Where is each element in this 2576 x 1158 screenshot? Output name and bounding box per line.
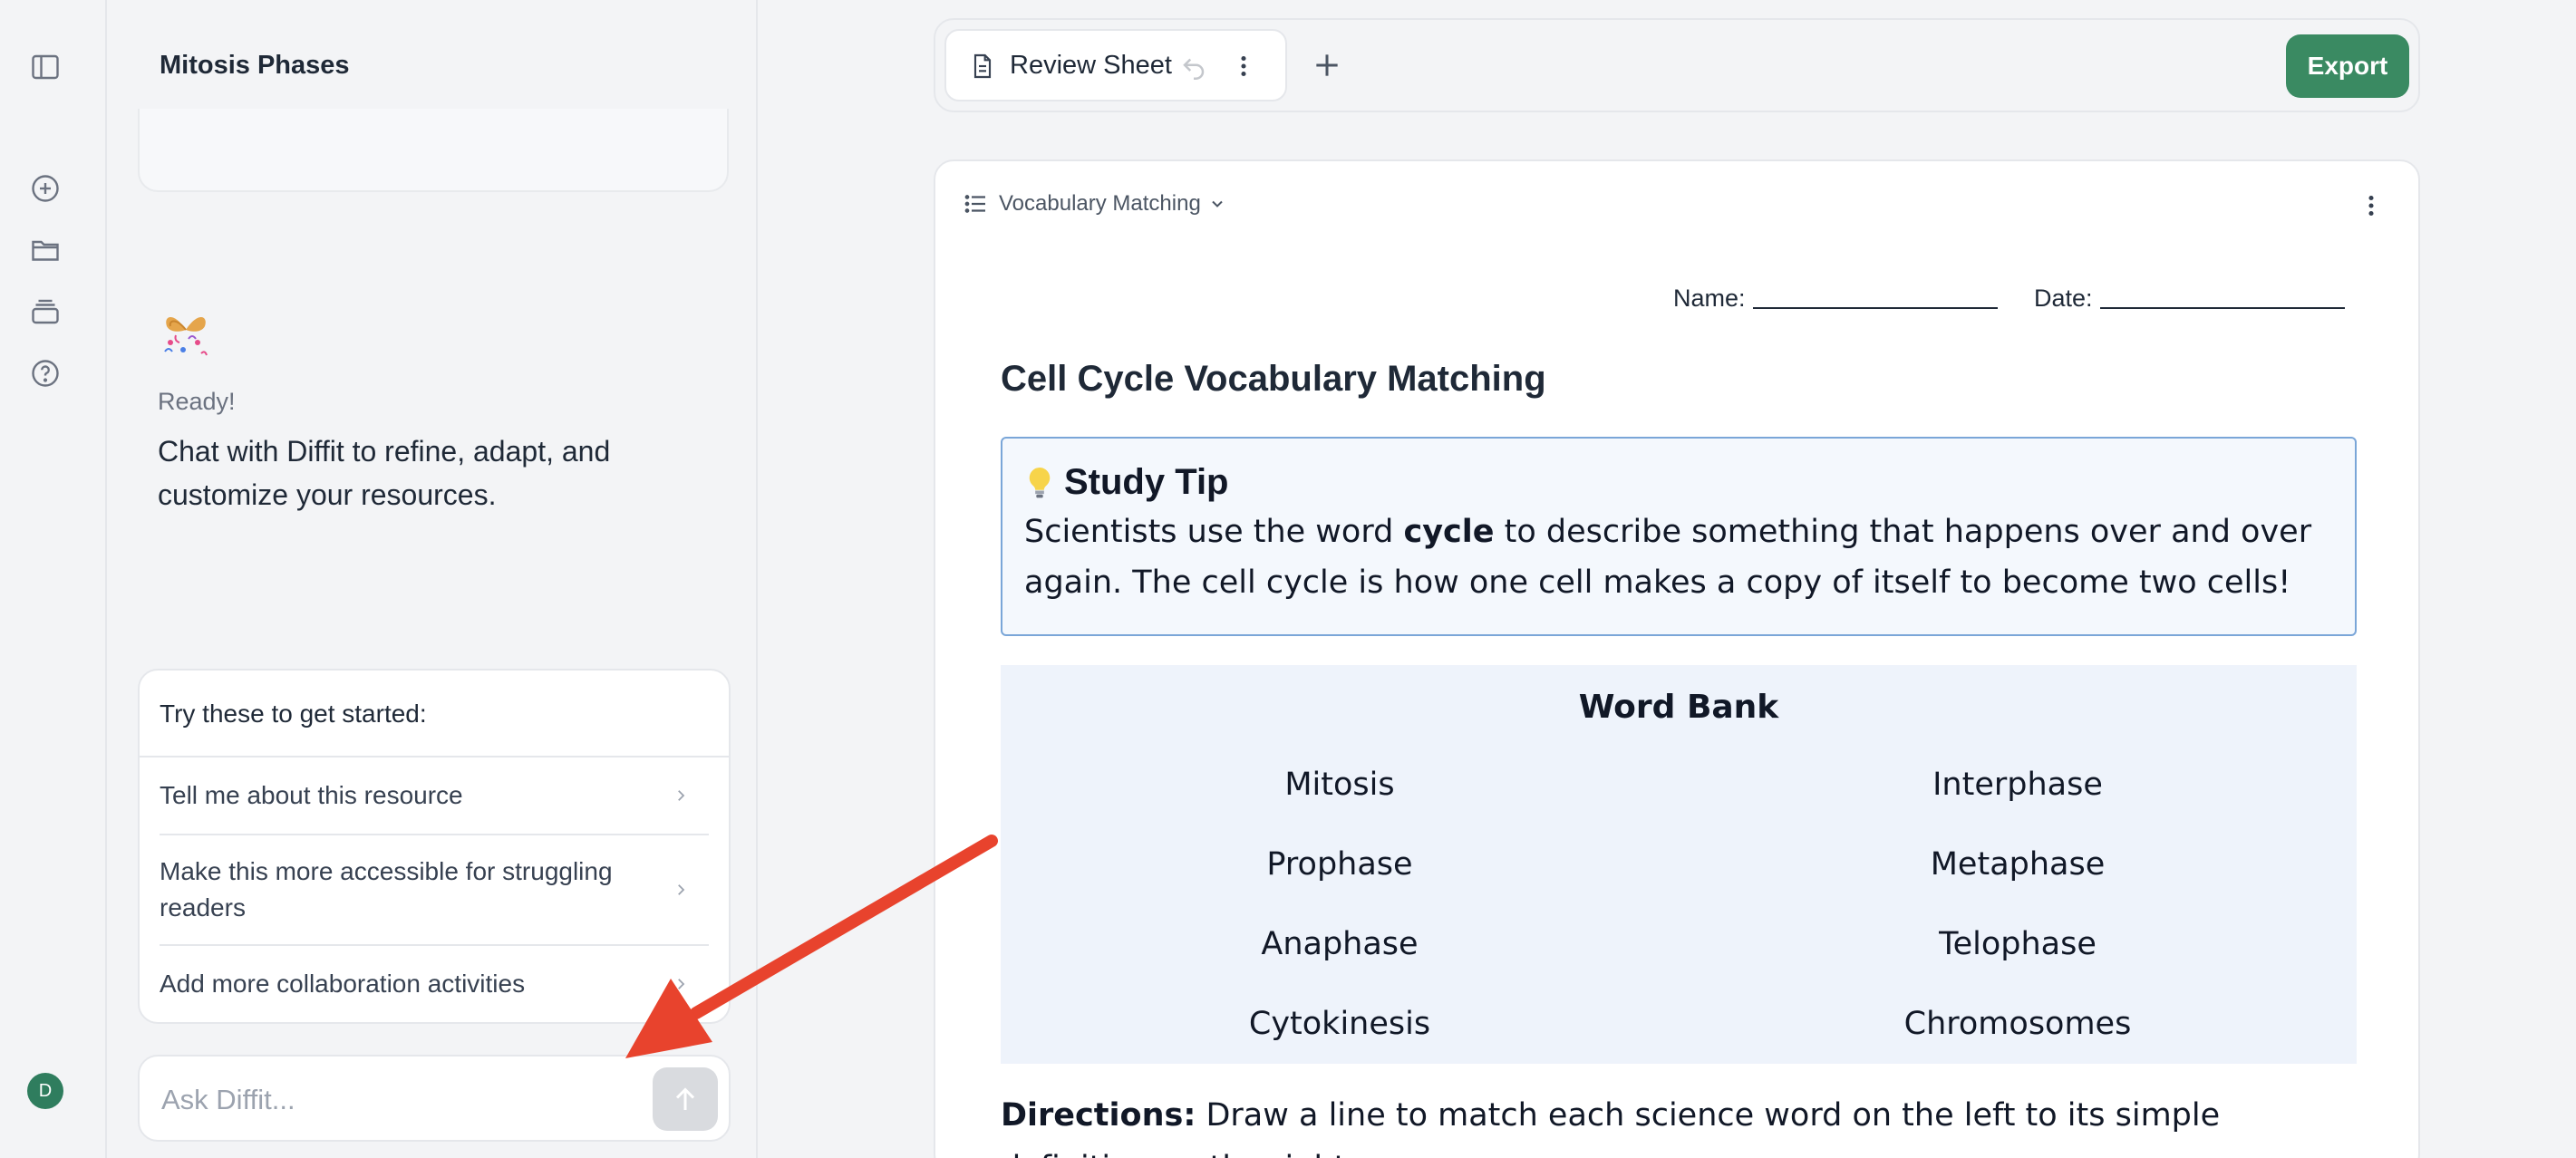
- directions-text: Directions: Draw a line to match each sc…: [1001, 1089, 2357, 1158]
- study-tip-title: Study Tip: [1064, 462, 1229, 502]
- study-tip-text: Scientists use the word cycle to describ…: [1024, 507, 2333, 608]
- undo-icon[interactable]: [1180, 53, 1207, 80]
- chevron-right-icon: [678, 979, 685, 989]
- tab-bar: Review Sheet Export: [934, 18, 2420, 112]
- export-button[interactable]: Export: [2286, 34, 2409, 98]
- tip-text-bold: cycle: [1403, 514, 1495, 550]
- worksheet-document: Vocabulary Matching Name: Date: Cell Cyc…: [934, 159, 2420, 1158]
- icon-rail: D: [0, 0, 107, 1158]
- word-bank-title: Word Bank: [1578, 689, 1779, 726]
- suggestion-item[interactable]: Add more collaboration activities: [160, 946, 709, 1022]
- suggestions-heading: Try these to get started:: [140, 671, 729, 758]
- avatar[interactable]: D: [27, 1073, 63, 1109]
- tab-label: Review Sheet: [1010, 51, 1172, 80]
- previous-message-card: [138, 109, 729, 192]
- study-tip-heading: Study Tip: [1024, 462, 2333, 503]
- help-icon[interactable]: [27, 355, 63, 391]
- date-field: Date:: [2034, 285, 2345, 313]
- chevron-right-icon: [678, 790, 685, 801]
- folder-icon[interactable]: [27, 232, 63, 268]
- word-bank: Word Bank Mitosis Interphase Prophase Me…: [1001, 665, 2357, 1064]
- suggestion-label: Make this more accessible for struggling…: [160, 857, 613, 922]
- study-tip-box: Study Tip Scientists use the word cycle …: [1001, 437, 2357, 636]
- directions-label: Directions:: [1001, 1097, 1196, 1134]
- date-blank: [2099, 307, 2345, 309]
- document-icon: [973, 53, 992, 79]
- document-more-icon[interactable]: [2360, 190, 2382, 221]
- section-label: Vocabulary Matching: [999, 191, 1201, 216]
- chat-title: Mitosis Phases: [160, 51, 350, 80]
- chat-input-box: [138, 1055, 731, 1142]
- add-tab-icon[interactable]: [1309, 47, 1345, 83]
- name-label: Name:: [1673, 285, 1746, 312]
- celebration-icon: [164, 317, 208, 356]
- chevron-down-icon: [1212, 200, 1223, 207]
- avatar-initial: D: [38, 1080, 53, 1101]
- tab-more-icon[interactable]: [1233, 51, 1254, 82]
- suggestion-item[interactable]: Tell me about this resource: [160, 758, 709, 835]
- main-area: Review Sheet Export Vocabulary Matching …: [760, 0, 2576, 1158]
- word-bank-word: Cytokinesis: [1248, 1006, 1431, 1042]
- chevron-right-icon: [678, 884, 685, 895]
- word-bank-word: Chromosomes: [1903, 1006, 2132, 1042]
- word-bank-word: Anaphase: [1261, 926, 1419, 962]
- word-bank-word: Interphase: [1932, 767, 2103, 803]
- library-icon[interactable]: [27, 294, 63, 330]
- lightbulb-icon: [1029, 467, 1051, 497]
- suggestion-label: Tell me about this resource: [160, 781, 463, 809]
- word-bank-word: Mitosis: [1284, 767, 1395, 803]
- suggestions-card: Try these to get started: Tell me about …: [138, 669, 731, 1024]
- word-bank-word: Prophase: [1266, 846, 1413, 883]
- tab-review-sheet[interactable]: Review Sheet: [944, 29, 1287, 101]
- chat-intro-text: Chat with Diffit to refine, adapt, and c…: [158, 435, 611, 511]
- list-icon: [964, 195, 985, 213]
- name-field: Name:: [1673, 285, 1998, 313]
- suggestion-item[interactable]: Make this more accessible for struggling…: [160, 835, 709, 946]
- new-chat-icon[interactable]: [27, 170, 63, 207]
- sidebar-toggle-icon[interactable]: [27, 49, 63, 85]
- ready-status: Ready!: [158, 388, 236, 415]
- date-label: Date:: [2034, 285, 2093, 312]
- tip-text-before: Scientists use the word: [1024, 514, 1404, 550]
- worksheet-title: Cell Cycle Vocabulary Matching: [1001, 359, 1546, 399]
- send-button[interactable]: [653, 1067, 718, 1131]
- word-bank-word: Telophase: [1939, 926, 2097, 962]
- chat-input[interactable]: [161, 1078, 615, 1122]
- section-selector[interactable]: Vocabulary Matching: [963, 190, 1226, 217]
- arrow-up-icon: [675, 1087, 695, 1110]
- word-bank-word: Metaphase: [1930, 846, 2106, 883]
- suggestion-label: Add more collaboration activities: [160, 970, 526, 998]
- name-blank: [1752, 307, 1998, 309]
- chat-panel: Mitosis Phases Ready! Chat with Diffit t…: [109, 0, 758, 1158]
